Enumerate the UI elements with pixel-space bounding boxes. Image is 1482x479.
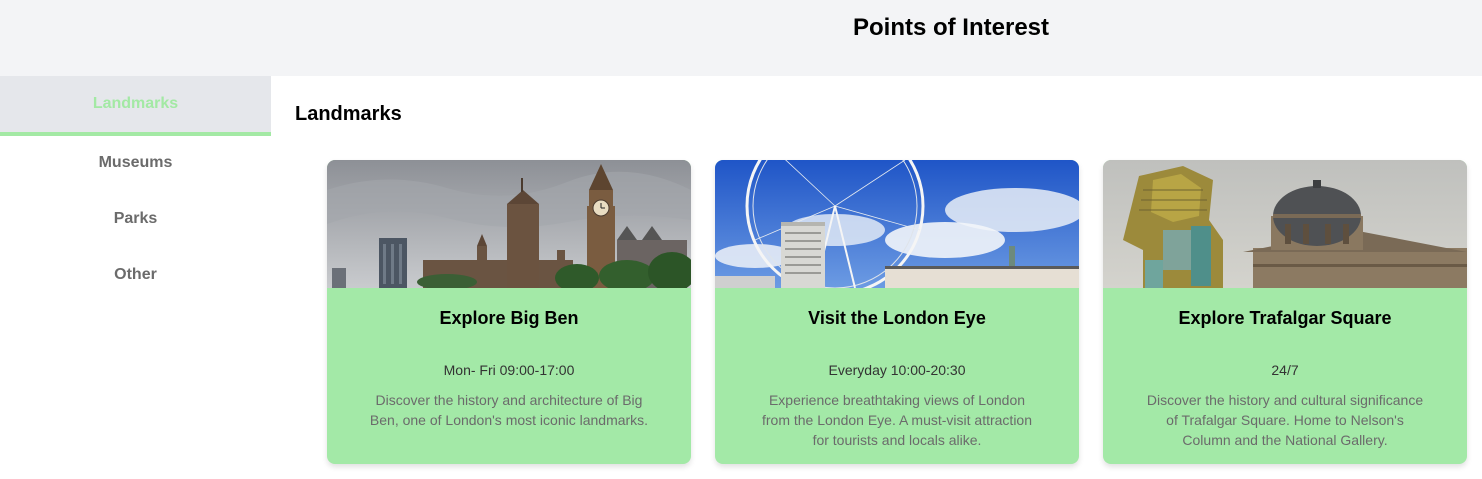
card-description: Discover the history and architecture of… — [369, 392, 649, 428]
sidebar-item-other[interactable]: Other — [0, 266, 271, 284]
card-title: Visit the London Eye — [808, 308, 986, 328]
sidebar-item-landmarks[interactable]: Landmarks — [0, 76, 271, 136]
page-header: Points of Interest — [0, 0, 1482, 76]
card-description: Experience breathtaking views of London … — [761, 392, 1033, 448]
card-hours: Everyday 10:00-20:30 — [828, 362, 966, 378]
card-hours: 24/7 — [1271, 362, 1299, 378]
main-content: Landmarks Explore Big Ben Mon- Fri 09:00… — [271, 76, 1482, 479]
card-description: Discover the history and cultural signif… — [1146, 392, 1424, 448]
sidebar-item-parks[interactable]: Parks — [0, 210, 271, 228]
sidebar: Landmarks Museums Parks Other — [0, 76, 271, 479]
sidebar-item-museums[interactable]: Museums — [0, 154, 271, 172]
poi-card-big-ben[interactable]: Explore Big Ben Mon- Fri 09:00-17:00 Dis… — [327, 160, 691, 464]
page-title: Points of Interest — [852, 14, 1050, 41]
poi-card-london-eye[interactable]: Visit the London Eye Everyday 10:00-20:3… — [715, 160, 1079, 464]
section-title: Landmarks — [295, 103, 402, 125]
card-hours: Mon- Fri 09:00-17:00 — [443, 362, 575, 378]
card-title: Explore Trafalgar Square — [1178, 308, 1392, 328]
card-title: Explore Big Ben — [439, 308, 579, 328]
trafalgar-square-image — [1103, 160, 1467, 288]
poi-card-trafalgar-square[interactable]: Explore Trafalgar Square 24/7 Discover t… — [1103, 160, 1467, 464]
london-eye-image — [715, 160, 1079, 288]
big-ben-image — [327, 160, 691, 288]
